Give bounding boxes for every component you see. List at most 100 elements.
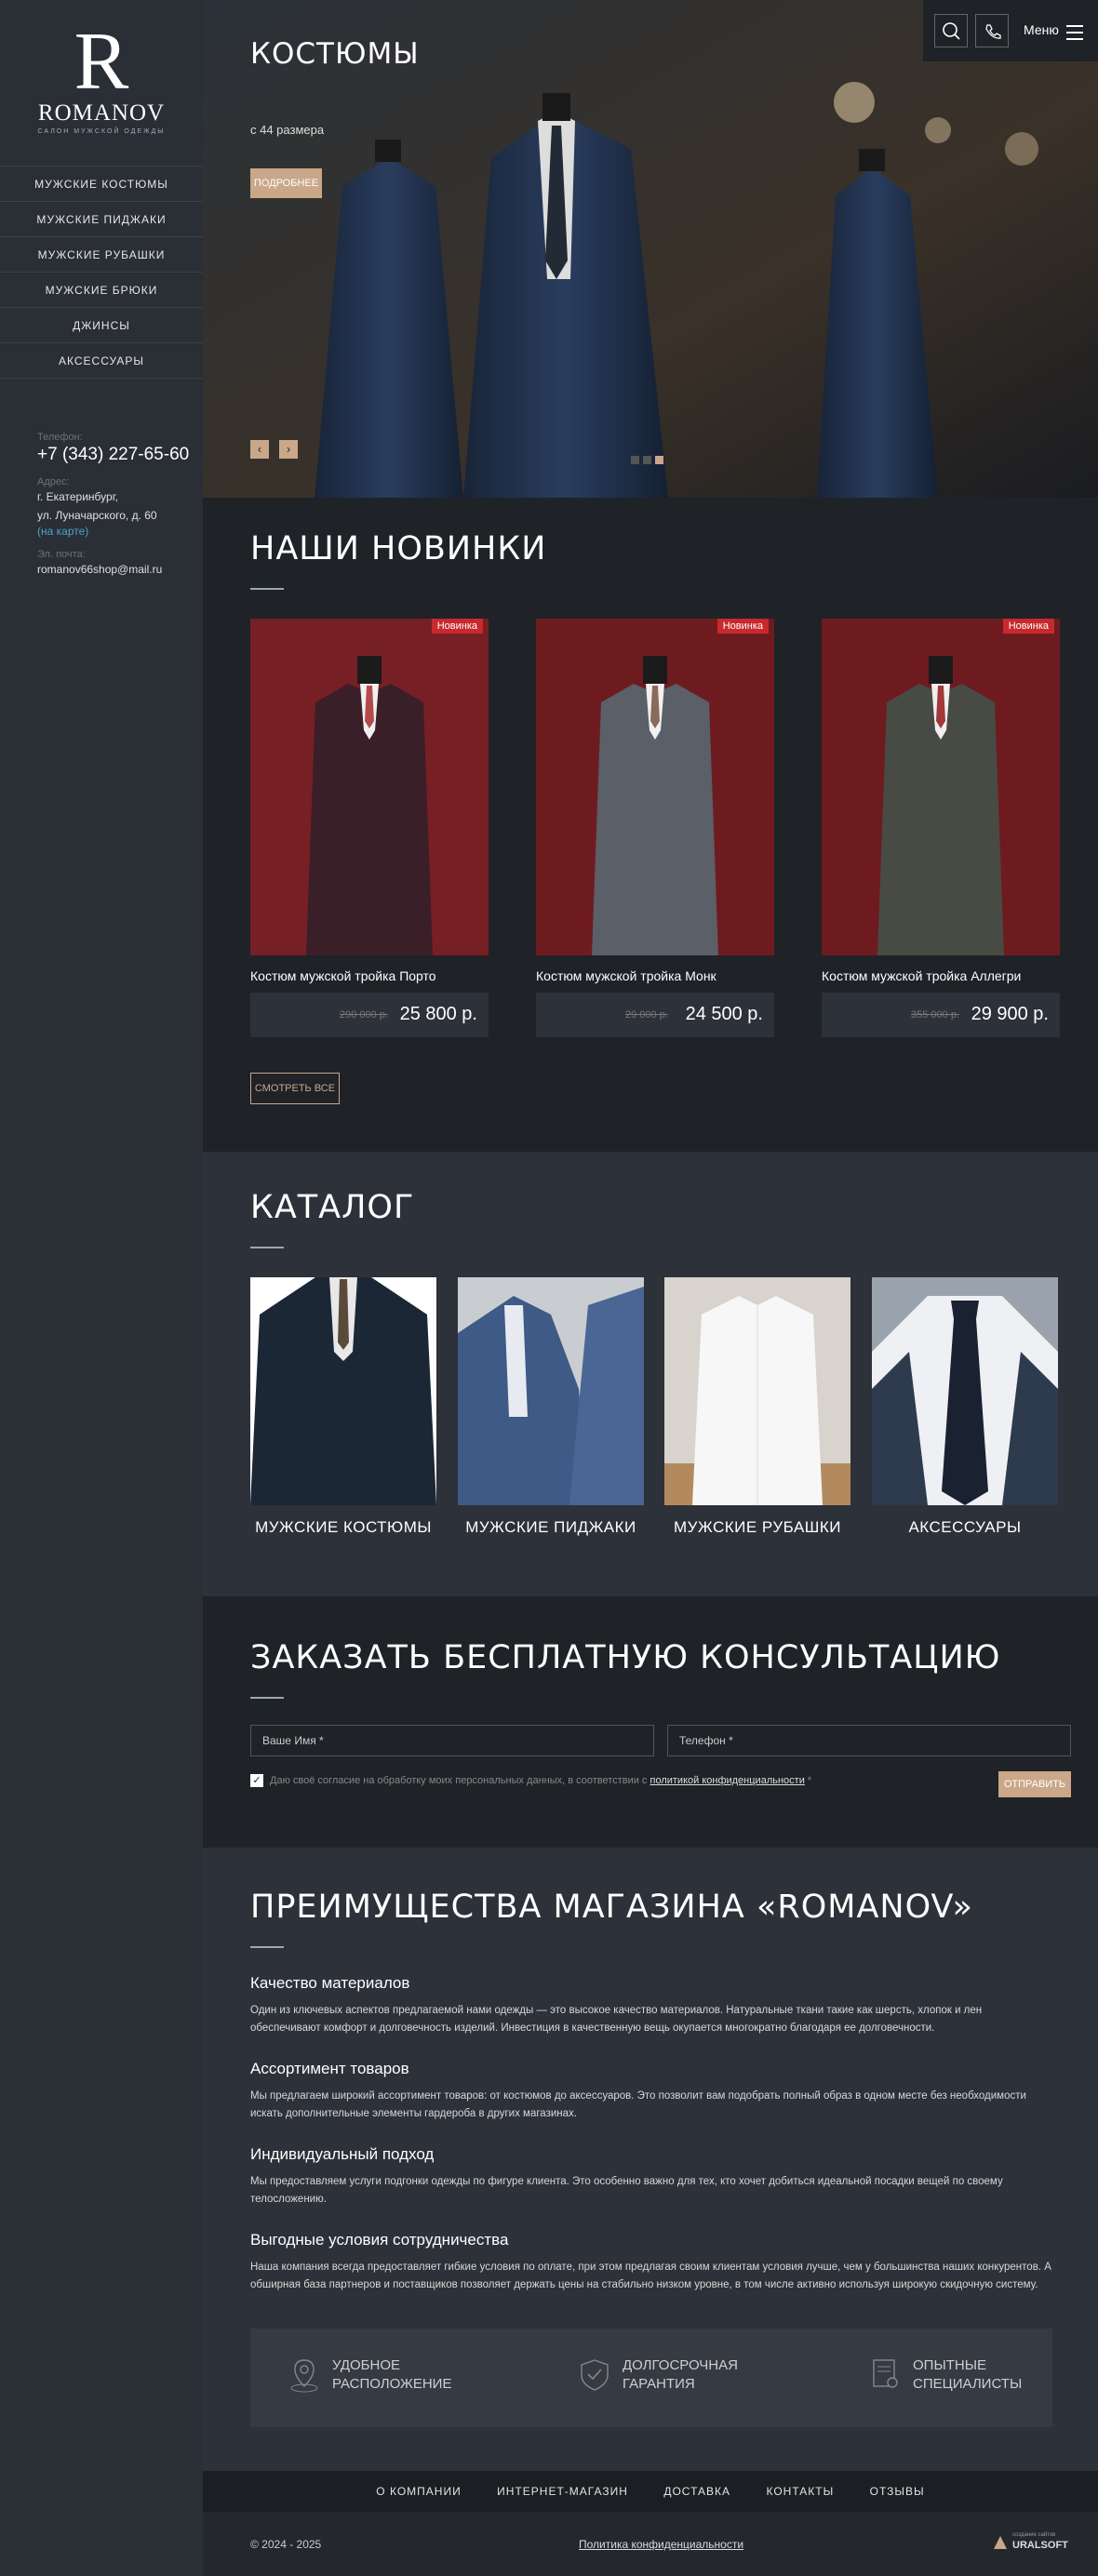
hero-more-button[interactable]: ПОДРОБНЕЕ <box>250 168 322 198</box>
see-all-button[interactable]: СМОТРЕТЬ ВСЕ <box>250 1073 340 1104</box>
catalog-item-jackets[interactable]: МУЖСКИЕ ПИДЖАКИ <box>458 1277 644 1537</box>
footer-link-about[interactable]: О КОМПАНИИ <box>376 2471 461 2512</box>
slider-next-arrow-icon[interactable]: › <box>279 440 298 459</box>
footer-link-reviews[interactable]: ОТЗЫВЫ <box>870 2471 925 2512</box>
product-card[interactable]: Новинка Костюм мужской тройка Аллегри 35… <box>822 619 1060 1037</box>
menu-label[interactable]: Меню <box>1024 22 1059 37</box>
hero-subtitle: с 44 размера <box>250 123 325 137</box>
catalog-label[interactable]: МУЖСКИЕ РУБАШКИ <box>664 1518 850 1537</box>
product-image[interactable]: Новинка <box>536 619 774 955</box>
title-underline <box>250 588 284 590</box>
location-icon <box>290 2359 318 2393</box>
name-input[interactable]: Ваше Имя * <box>250 1725 654 1756</box>
developer-logo[interactable]: создание сайтов URALSOFT <box>992 2530 1076 2555</box>
consult-title: ЗАКАЗАТЬ БЕСПЛАТНУЮ КОНСУЛЬТАЦИЮ <box>250 1639 1001 1676</box>
developer-caption: создание сайтов <box>1012 2532 1056 2538</box>
catalog-image[interactable] <box>872 1277 1058 1505</box>
footer-nav: О КОМПАНИИ ИНТЕРНЕТ-МАГАЗИН ДОСТАВКА КОН… <box>203 2471 1098 2512</box>
submit-button[interactable]: ОТПРАВИТЬ <box>998 1771 1071 1797</box>
advantage-text: Мы предоставляем услуги подгонки одежды … <box>250 2176 1003 2205</box>
feature-warranty: ДОЛГОСРОЧНАЯ ГАРАНТИЯ <box>581 2356 738 2394</box>
sidebar-item-jackets[interactable]: МУЖСКИЕ ПИДЖАКИ <box>0 202 203 237</box>
title-underline <box>250 1946 284 1948</box>
catalog-item-shirts[interactable]: МУЖСКИЕ РУБАШКИ <box>664 1277 850 1537</box>
email-label: Эл. почта: <box>37 549 86 560</box>
catalog-label[interactable]: МУЖСКИЕ ПИДЖАКИ <box>458 1518 644 1537</box>
catalog-image[interactable] <box>250 1277 436 1505</box>
catalog-item-suits[interactable]: МУЖСКИЕ КОСТЮМЫ <box>250 1277 436 1537</box>
tie-photo <box>872 1277 1058 1505</box>
feature-line-1: ОПЫТНЫЕ <box>913 2357 987 2373</box>
sidebar: R ROMANOV САЛОН МУЖСКОЙ ОДЕЖДЫ МУЖСКИЕ К… <box>0 0 203 2576</box>
address-label: Адрес: <box>37 476 70 487</box>
top-bar: Меню <box>923 0 1098 61</box>
hero-title: КОСТЮМЫ <box>250 37 420 71</box>
callback-button[interactable] <box>975 14 1009 47</box>
logo-tagline: САЛОН МУЖСКОЙ ОДЕЖДЫ <box>37 128 166 135</box>
product-name[interactable]: Костюм мужской тройка Монк <box>536 968 774 983</box>
consent-label: Даю своё согласие на обработку моих перс… <box>270 1775 650 1786</box>
logo[interactable]: R ROMANOV САЛОН МУЖСКОЙ ОДЕЖДЫ <box>0 21 203 136</box>
product-photo-suit <box>536 619 774 955</box>
phone-number[interactable]: +7 (343) 227-65-60 <box>37 445 195 465</box>
sidebar-item-suits[interactable]: МУЖСКИЕ КОСТЮМЫ <box>0 167 203 202</box>
slider-dot[interactable] <box>643 456 651 464</box>
sidebar-item-accessories[interactable]: АКСЕССУАРЫ <box>0 343 203 379</box>
sidebar-item-jeans[interactable]: ДЖИНСЫ <box>0 308 203 343</box>
hero-slider: КОСТЮМЫ с 44 размера ПОДРОБНЕЕ ‹ › <box>203 0 1098 498</box>
consent-checkbox[interactable]: ✓ <box>250 1774 263 1787</box>
search-icon <box>943 22 960 40</box>
product-name[interactable]: Костюм мужской тройка Аллегри <box>822 968 1060 983</box>
catalog-label[interactable]: МУЖСКИЕ КОСТЮМЫ <box>250 1518 436 1537</box>
map-link[interactable]: (на карте) <box>37 525 195 538</box>
product-card[interactable]: Новинка Костюм мужской тройка Порто 290 … <box>250 619 489 1037</box>
privacy-policy-link[interactable]: политикой конфиденциальности <box>649 1775 804 1786</box>
email-link[interactable]: romanov66shop@mail.ru <box>37 560 195 579</box>
product-image[interactable]: Новинка <box>822 619 1060 955</box>
product-photo-suit <box>250 619 489 955</box>
consent-text: Даю своё согласие на обработку моих перс… <box>270 1775 811 1786</box>
advantage-text: Мы предлагаем широкий ассортимент товаро… <box>250 2090 1026 2119</box>
catalog-item-accessories[interactable]: АКСЕССУАРЫ <box>872 1277 1058 1537</box>
price-box: 290 000 р. 25 800 р. <box>250 993 489 1037</box>
sidebar-nav: МУЖСКИЕ КОСТЮМЫ МУЖСКИЕ ПИДЖАКИ МУЖСКИЕ … <box>0 166 203 379</box>
new-badge: Новинка <box>431 619 483 634</box>
developer-name: URALSOFT <box>1012 2540 1068 2551</box>
feature-specialists: ОПЫТНЫЕ СПЕЦИАЛИСТЫ <box>873 2356 1022 2394</box>
old-price: 355 000 р. <box>911 1009 959 1021</box>
slider-dot-active[interactable] <box>655 456 663 464</box>
catalog-label[interactable]: АКСЕССУАРЫ <box>872 1518 1058 1537</box>
product-card[interactable]: Новинка Костюм мужской тройка Монк 29 00… <box>536 619 774 1037</box>
phone-label: Телефон: <box>37 432 83 443</box>
footer-link-shop[interactable]: ИНТЕРНЕТ-МАГАЗИН <box>497 2471 628 2512</box>
search-button[interactable] <box>934 14 968 47</box>
catalog-heading: КАТАЛОГ <box>250 1189 414 1248</box>
catalog-title: КАТАЛОГ <box>250 1189 415 1226</box>
slider-prev-arrow-icon[interactable]: ‹ <box>250 440 269 459</box>
slider-dot[interactable] <box>631 456 639 464</box>
sidebar-item-shirts[interactable]: МУЖСКИЕ РУБАШКИ <box>0 237 203 273</box>
advantage-assortment: Ассортимент товаров Мы предлагаем широкий… <box>250 2060 1052 2123</box>
features-bar: УДОБНОЕ РАСПОЛОЖЕНИЕ ДОЛГОСРОЧНАЯ ГАРАНТИЯ… <box>250 2329 1052 2427</box>
old-price: 29 000 р. <box>625 1009 668 1021</box>
hamburger-icon[interactable] <box>1066 25 1083 45</box>
phone-input[interactable]: Телефон * <box>667 1725 1071 1756</box>
catalog-image[interactable] <box>458 1277 644 1505</box>
new-badge: Новинка <box>1002 619 1054 634</box>
feature-line-2: ГАРАНТИЯ <box>623 2376 695 2392</box>
footer-link-contacts[interactable]: КОНТАКТЫ <box>766 2471 834 2512</box>
catalog-image[interactable] <box>664 1277 850 1505</box>
address-line-1: г. Екатеринбург, <box>37 490 118 503</box>
product-image[interactable]: Новинка <box>250 619 489 955</box>
logo-name: ROMANOV <box>37 100 166 126</box>
slider-dots <box>631 452 667 469</box>
sidebar-item-trousers[interactable]: МУЖСКИЕ БРЮКИ <box>0 273 203 308</box>
advantages-title: ПРЕИМУЩЕСТВА МАГАЗИНА «ROMANOV» <box>250 1889 973 1926</box>
footer-link-delivery[interactable]: ДОСТАВКА <box>663 2471 730 2512</box>
product-name[interactable]: Костюм мужской тройка Порто <box>250 968 489 983</box>
advantages-bg: ПРЕИМУЩЕСТВА МАГАЗИНА «ROMANOV» Качество… <box>203 1848 1098 2471</box>
feature-line-1: УДОБНОЕ <box>332 2357 401 2373</box>
advantage-text: Один из ключевых аспектов предлагаемой н… <box>250 2005 983 2034</box>
new-badge: Новинка <box>716 619 769 634</box>
privacy-policy-link[interactable]: Политика конфиденциальности <box>579 2538 743 2551</box>
